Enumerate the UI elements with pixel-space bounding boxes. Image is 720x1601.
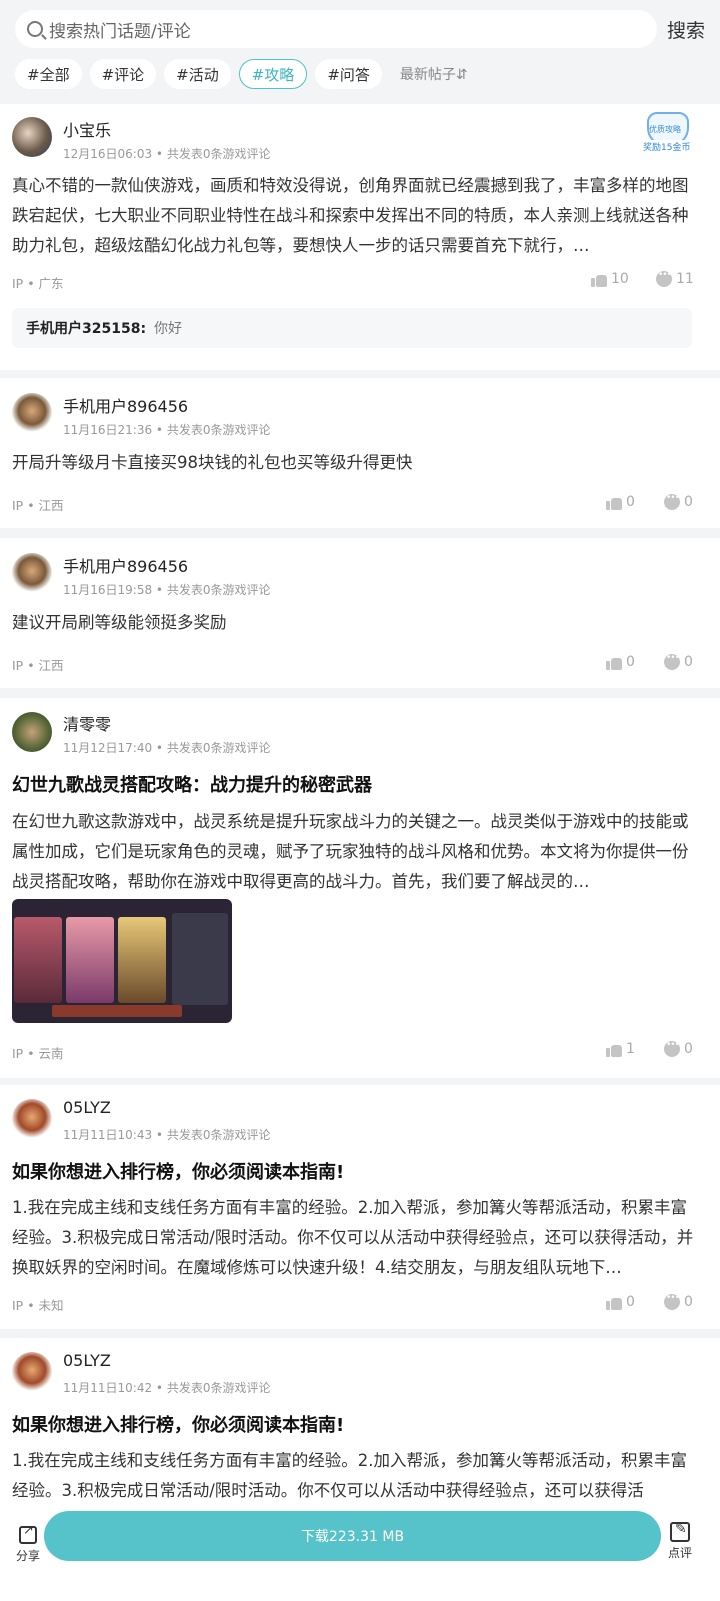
ip-location: IP • 江西	[12, 498, 64, 513]
post-body[interactable]: 在幻世九歌这款游戏中，战灵系统是提升玩家战斗力的关键之一。战灵类似于游戏中的技能…	[12, 807, 698, 897]
like-button[interactable]: 10	[591, 271, 629, 287]
download-button[interactable]: 下载223.31 MB	[44, 1511, 661, 1561]
search-button[interactable]: 搜索	[667, 16, 705, 43]
reply-preview[interactable]: 手机用户325158: 你好	[12, 308, 692, 348]
avatar[interactable]	[12, 1352, 52, 1392]
comment-count: 11	[676, 271, 694, 287]
bottom-action-bar: 分享 下载223.31 MB 点评	[0, 1506, 720, 1601]
post-body[interactable]: 1.我在完成主线和支线任务方面有丰富的经验。2.加入帮派，参加篝火等帮派活动，积…	[12, 1446, 698, 1506]
search-input[interactable]: 搜索热门话题/评论	[15, 10, 657, 48]
ip-location: IP • 云南	[12, 1046, 64, 1061]
tag-activity[interactable]: #活动	[164, 59, 231, 89]
tag-review[interactable]: #评论	[89, 59, 157, 89]
comment-icon	[664, 1040, 680, 1057]
search-icon	[27, 21, 43, 37]
ip-location: IP • 江西	[12, 658, 64, 673]
post-card[interactable]: 手机用户896456 11月16日21:36 • 共发表0条游戏评论 开局升等级…	[0, 378, 720, 528]
avatar[interactable]	[12, 712, 52, 752]
reply-text: 你好	[154, 321, 183, 337]
top-bar: 搜索热门话题/评论 搜索 #全部 #评论 #活动 #攻略 #问答 最新帖子⇵	[0, 0, 720, 104]
post-card[interactable]: 小宝乐 12月16日06:03 • 共发表0条游戏评论 优质攻略 奖励15金币 …	[0, 104, 720, 370]
comment-button[interactable]: 0	[664, 493, 693, 510]
quality-guide-badge: 优质攻略 奖励15金币	[641, 112, 695, 156]
avatar[interactable]	[12, 1099, 52, 1139]
tag-all[interactable]: #全部	[15, 59, 82, 89]
thumbs-up-icon	[591, 272, 607, 287]
like-button[interactable]: 1	[606, 1041, 635, 1057]
comment-count: 0	[684, 1294, 693, 1310]
review-label: 点评	[667, 1546, 692, 1560]
avatar[interactable]	[12, 117, 52, 157]
username[interactable]: 清零零	[63, 711, 111, 735]
post-meta: 11月11日10:43 • 共发表0条游戏评论	[63, 1128, 271, 1142]
post-card[interactable]: 手机用户896456 11月16日19:58 • 共发表0条游戏评论 建议开局刷…	[0, 538, 720, 688]
reply-user: 手机用户325158:	[26, 321, 147, 337]
badge-title: 优质攻略	[649, 125, 681, 134]
post-title[interactable]: 幻世九歌战灵搭配攻略：战力提升的秘密武器	[12, 771, 372, 797]
post-body[interactable]: 开局升等级月卡直接买98块钱的礼包也买等级升得更快	[12, 448, 698, 478]
tag-filter-bar: #全部 #评论 #活动 #攻略 #问答 最新帖子⇵	[15, 58, 468, 90]
username[interactable]: 05LYZ	[63, 1098, 111, 1117]
tag-guide[interactable]: #攻略	[238, 59, 308, 89]
username[interactable]: 小宝乐	[63, 117, 111, 141]
post-body[interactable]: 建议开局刷等级能领挺多奖励	[12, 608, 698, 638]
like-count: 1	[626, 1041, 635, 1057]
share-button[interactable]: 分享	[14, 1523, 42, 1564]
like-count: 0	[626, 1294, 635, 1310]
comment-icon	[664, 653, 680, 670]
like-button[interactable]: 0	[606, 1294, 635, 1310]
post-body[interactable]: 1.我在完成主线和支线任务方面有丰富的经验。2.加入帮派，参加篝火等帮派活动，积…	[12, 1193, 698, 1283]
post-image[interactable]	[12, 899, 232, 1023]
post-meta: 11月16日19:58 • 共发表0条游戏评论	[63, 583, 271, 597]
ip-location: IP • 未知	[12, 1298, 64, 1313]
post-title[interactable]: 如果你想进入排行榜，你必须阅读本指南!	[12, 1411, 344, 1437]
username[interactable]: 05LYZ	[63, 1351, 111, 1370]
sort-dropdown[interactable]: 最新帖子⇵	[400, 64, 468, 84]
edit-icon	[670, 1521, 690, 1542]
comment-button[interactable]: 0	[664, 1293, 693, 1310]
review-button[interactable]: 点评	[665, 1521, 695, 1561]
comment-count: 0	[684, 494, 693, 510]
avatar[interactable]	[12, 553, 52, 593]
comment-icon	[656, 270, 672, 287]
like-button[interactable]: 0	[606, 654, 635, 670]
post-meta: 11月11日10:42 • 共发表0条游戏评论	[63, 1381, 271, 1395]
comment-count: 0	[684, 1041, 693, 1057]
ip-location: IP • 广东	[12, 276, 64, 291]
comment-count: 0	[684, 654, 693, 670]
like-count: 0	[626, 654, 635, 670]
like-count: 10	[611, 271, 629, 287]
thumbs-up-icon	[606, 1295, 622, 1310]
comment-icon	[664, 493, 680, 510]
badge-reward: 奖励15金币	[643, 140, 691, 153]
post-title[interactable]: 如果你想进入排行榜，你必须阅读本指南!	[12, 1158, 344, 1184]
post-meta: 11月12日17:40 • 共发表0条游戏评论	[63, 741, 271, 755]
comment-icon	[664, 1293, 680, 1310]
search-placeholder: 搜索热门话题/评论	[49, 21, 191, 42]
like-count: 0	[626, 494, 635, 510]
post-body[interactable]: 真心不错的一款仙侠游戏，画质和特效没得说，创角界面就已经震撼到我了，丰富多样的地…	[12, 171, 698, 261]
thumbs-up-icon	[606, 655, 622, 670]
post-meta: 11月16日21:36 • 共发表0条游戏评论	[63, 423, 271, 437]
avatar[interactable]	[12, 393, 52, 433]
username[interactable]: 手机用户896456	[63, 553, 188, 577]
share-label: 分享	[15, 1549, 40, 1563]
comment-button[interactable]: 0	[664, 1040, 693, 1057]
comment-button[interactable]: 11	[656, 270, 694, 287]
post-card[interactable]: 清零零 11月12日17:40 • 共发表0条游戏评论 幻世九歌战灵搭配攻略：战…	[0, 698, 720, 1078]
comment-button[interactable]: 0	[664, 653, 693, 670]
username[interactable]: 手机用户896456	[63, 393, 188, 417]
thumbs-up-icon	[606, 1042, 622, 1057]
share-icon	[19, 1523, 37, 1544]
post-card[interactable]: 05LYZ 11月11日10:43 • 共发表0条游戏评论 如果你想进入排行榜，…	[0, 1085, 720, 1329]
like-button[interactable]: 0	[606, 494, 635, 510]
post-meta: 12月16日06:03 • 共发表0条游戏评论	[63, 147, 271, 161]
tag-qa[interactable]: #问答	[315, 59, 382, 89]
thumbs-up-icon	[606, 495, 622, 510]
